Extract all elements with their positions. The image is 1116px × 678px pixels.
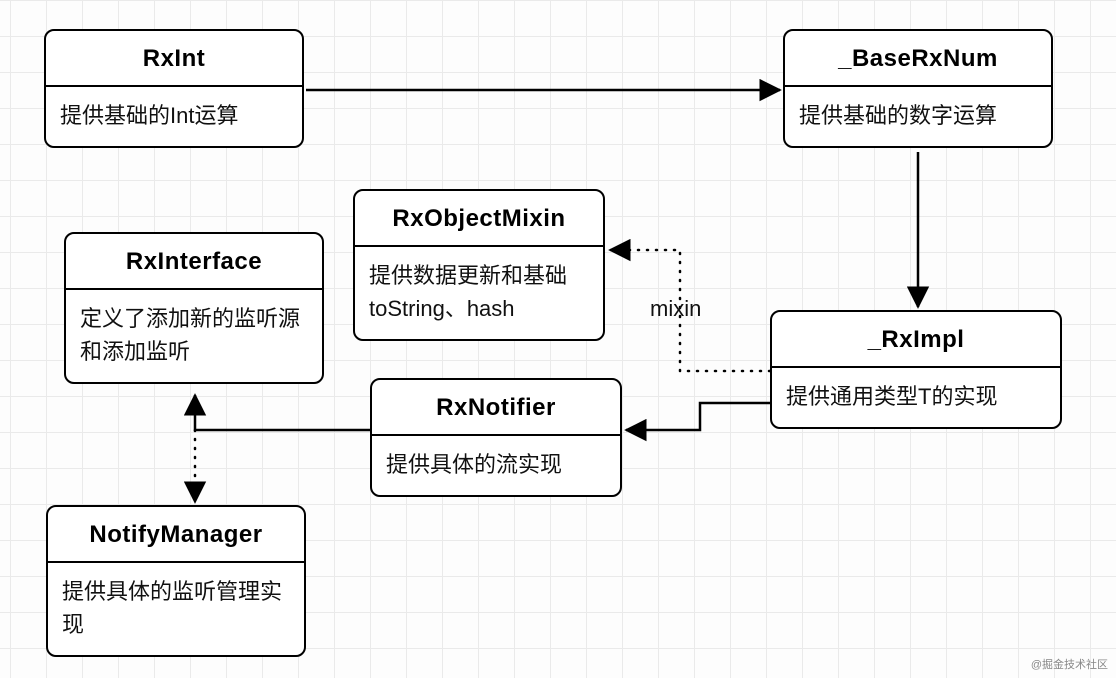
node-rxint-desc: 提供基础的Int运算 xyxy=(46,87,302,146)
node-rxinterface-title: RxInterface xyxy=(66,234,322,290)
node-notifymanager-title: NotifyManager xyxy=(48,507,304,563)
node-notifymanager-desc: 提供具体的监听管理实现 xyxy=(48,563,304,655)
node-rximpl-title: _RxImpl xyxy=(772,312,1060,368)
node-rxinterface-desc: 定义了添加新的监听源和添加监听 xyxy=(66,290,322,382)
node-rxnotifier: RxNotifier 提供具体的流实现 xyxy=(370,378,622,497)
edge-rxnotifier-to-rxinterface xyxy=(195,395,370,430)
watermark: @掘金技术社区 xyxy=(1031,656,1108,672)
edge-label-mixin: mixin xyxy=(650,296,701,322)
edge-rximpl-to-rxnotifier xyxy=(626,403,770,430)
node-rxnotifier-desc: 提供具体的流实现 xyxy=(372,436,620,495)
node-rxint-title: RxInt xyxy=(46,31,302,87)
node-rxnotifier-title: RxNotifier xyxy=(372,380,620,436)
node-rximpl-desc: 提供通用类型T的实现 xyxy=(772,368,1060,427)
node-rxobjectmixin-desc: 提供数据更新和基础toString、hash xyxy=(355,247,603,339)
node-baserxnum: _BaseRxNum 提供基础的数字运算 xyxy=(783,29,1053,148)
node-rximpl: _RxImpl 提供通用类型T的实现 xyxy=(770,310,1062,429)
node-rxobjectmixin: RxObjectMixin 提供数据更新和基础toString、hash xyxy=(353,189,605,341)
node-baserxnum-desc: 提供基础的数字运算 xyxy=(785,87,1051,146)
node-rxinterface: RxInterface 定义了添加新的监听源和添加监听 xyxy=(64,232,324,384)
node-rxobjectmixin-title: RxObjectMixin xyxy=(355,191,603,247)
node-rxint: RxInt 提供基础的Int运算 xyxy=(44,29,304,148)
node-baserxnum-title: _BaseRxNum xyxy=(785,31,1051,87)
node-notifymanager: NotifyManager 提供具体的监听管理实现 xyxy=(46,505,306,657)
